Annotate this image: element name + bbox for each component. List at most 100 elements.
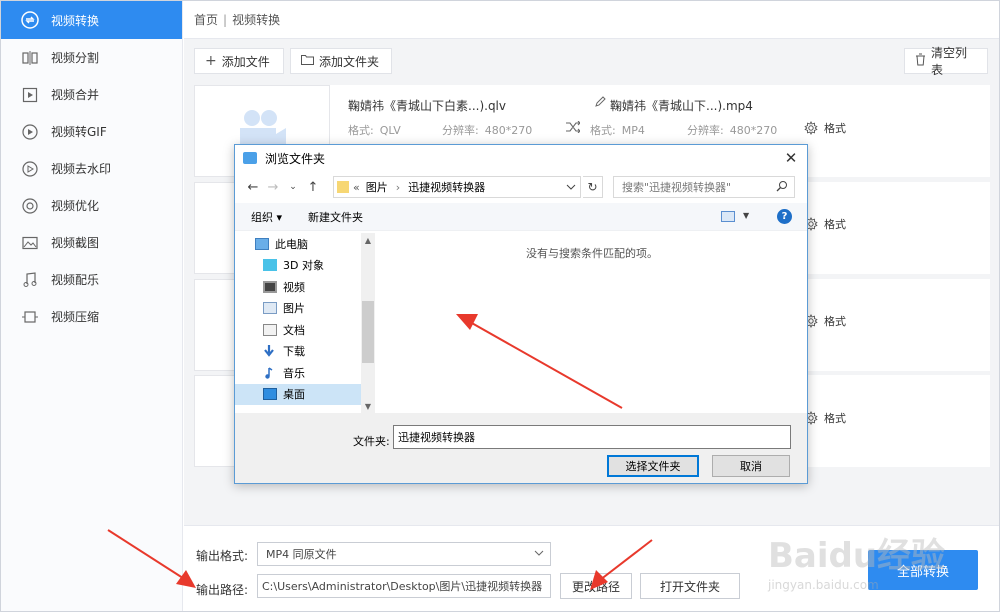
new-folder-button[interactable]: 新建文件夹 (308, 209, 363, 225)
format-button[interactable]: 格式 (804, 313, 846, 329)
close-icon[interactable]: ✕ (781, 148, 801, 168)
download-icon (263, 345, 277, 358)
search-placeholder: 搜索"迅捷视频转换器" (622, 181, 732, 194)
output-format-value: MP4 同原文件 (266, 548, 337, 561)
sidebar-item-label: 视频压缩 (51, 310, 100, 324)
tree-item-videos[interactable]: 视频 (235, 276, 374, 298)
music-icon (21, 271, 39, 289)
trash-icon (915, 53, 926, 70)
add-file-button[interactable]: + 添加文件 (194, 48, 284, 74)
folder-icon (301, 53, 314, 69)
gear-icon (804, 121, 818, 135)
format-button[interactable]: 格式 (804, 216, 846, 232)
output-format-label: 输出格式: (196, 549, 249, 563)
film-icon (263, 280, 277, 293)
tree-scrollbar[interactable]: ▲ ▼ (361, 233, 375, 413)
refresh-icon[interactable]: ↻ (583, 176, 603, 198)
change-path-button[interactable]: 更改路径 (560, 573, 632, 599)
baidu-watermark: Baidu经验 jingyan.baidu.com (768, 520, 994, 608)
watermark-text: Baidu经验 (768, 536, 946, 576)
folder-icon (337, 181, 349, 193)
sidebar-item-compress[interactable]: 视频压缩 (1, 298, 182, 335)
folder-tree: 此电脑 3D 对象 视频 图片 文档 下载 音乐 桌面 (235, 233, 375, 413)
breadcrumb: 首页 | 视频转换 (184, 1, 999, 39)
dialog-titlebar: 浏览文件夹 (235, 145, 807, 171)
sidebar-item-screenshot[interactable]: 视频截图 (1, 224, 182, 261)
sidebar-item-label: 视频分割 (51, 51, 100, 65)
plus-icon: + (205, 53, 217, 69)
empty-results-message: 没有与搜索条件匹配的项。 (526, 247, 658, 260)
tree-item-desktop[interactable]: 桌面 (235, 383, 374, 405)
scroll-down-icon[interactable]: ▼ (361, 399, 375, 413)
sidebar-item-music[interactable]: 视频配乐 (1, 261, 182, 298)
recent-dropdown-icon[interactable]: ⌄ (283, 182, 303, 192)
format-button[interactable]: 格式 (804, 120, 846, 136)
tree-item-3d[interactable]: 3D 对象 (235, 255, 374, 277)
source-filename: 鞠婧祎《青城山下白素...).qlv (348, 99, 506, 113)
organize-menu[interactable]: 组织 ▾ (251, 209, 282, 225)
chevron-down-icon[interactable] (566, 181, 576, 194)
open-folder-button[interactable]: 打开文件夹 (640, 573, 740, 599)
desktop-icon (263, 388, 277, 401)
convert-icon (21, 11, 39, 29)
add-folder-button[interactable]: 添加文件夹 (290, 48, 392, 74)
breadcrumb-home[interactable]: 首页 (194, 11, 218, 28)
select-folder-button[interactable]: 选择文件夹 (607, 455, 699, 477)
sidebar-item-label: 视频转换 (51, 13, 100, 28)
source-resolution: 分辨率: 480*270 (442, 124, 533, 137)
edit-icon[interactable] (594, 96, 606, 111)
optimize-icon (21, 197, 39, 215)
clear-list-button[interactable]: 清空列表 (904, 46, 988, 77)
sidebar-item-label: 视频去水印 (51, 162, 112, 176)
tree-item-downloads[interactable]: 下载 (235, 341, 374, 363)
help-icon[interactable]: ? (777, 209, 792, 224)
output-format-select[interactable]: MP4 同原文件 (257, 542, 551, 566)
cancel-button[interactable]: 取消 (712, 455, 790, 477)
tree-item-pictures[interactable]: 图片 (235, 298, 374, 320)
scroll-up-icon[interactable]: ▲ (361, 233, 375, 247)
up-arrow-icon[interactable]: ↑ (303, 180, 323, 195)
forward-arrow-icon[interactable]: → (263, 180, 283, 195)
clear-list-label: 清空列表 (931, 46, 968, 77)
tree-item-this-pc[interactable]: 此电脑 (235, 233, 374, 255)
target-resolution: 分辨率: 480*270 (687, 124, 778, 137)
sidebar-item-convert[interactable]: 视频转换 (1, 1, 182, 39)
cube-icon (263, 259, 277, 272)
back-arrow-icon[interactable]: ← (243, 180, 263, 195)
address-segment[interactable]: 图片 (366, 179, 388, 195)
cloud-folder-icon (243, 152, 257, 164)
address-segment[interactable]: 迅捷视频转换器 (408, 179, 485, 195)
sidebar-item-split[interactable]: 视频分割 (1, 39, 182, 76)
sidebar-item-gif[interactable]: 视频转GIF (1, 113, 182, 150)
folder-name-input[interactable]: 迅捷视频转换器 (393, 425, 791, 449)
dialog-title: 浏览文件夹 (265, 151, 326, 166)
address-toolbar: ← → ⌄ ↑ « 图片 › 迅捷视频转换器 ↻ 搜索"迅捷视频转换器" (235, 173, 807, 201)
scroll-thumb[interactable] (362, 301, 374, 363)
sidebar-item-merge[interactable]: 视频合并 (1, 76, 182, 113)
source-format: 格式: QLV (348, 124, 401, 137)
sidebar-item-optimize[interactable]: 视频优化 (1, 187, 182, 224)
chevron-down-icon[interactable]: ▼ (743, 211, 749, 220)
sidebar-item-label: 视频配乐 (51, 273, 100, 287)
address-bar[interactable]: « 图片 › 迅捷视频转换器 (333, 176, 581, 198)
address-overflow[interactable]: « (353, 181, 360, 194)
sidebar-item-label: 视频合并 (51, 88, 100, 102)
search-input[interactable]: 搜索"迅捷视频转换器" (613, 176, 795, 198)
sidebar-item-label: 视频截图 (51, 236, 100, 250)
target-format: 格式: MP4 (590, 124, 645, 137)
view-icon[interactable] (721, 211, 735, 222)
breadcrumb-separator: | (223, 12, 228, 27)
tree-item-music[interactable]: 音乐 (235, 362, 374, 384)
music-note-icon (263, 367, 277, 379)
output-path-field[interactable]: C:\Users\Administrator\Desktop\图片\迅捷视频转换… (257, 574, 551, 598)
command-bar: 组织 ▾ 新建文件夹 ▼ ? (235, 203, 807, 231)
address-separator: › (395, 180, 401, 194)
search-icon (776, 180, 788, 195)
watermark-url: jingyan.baidu.com (768, 578, 879, 592)
breadcrumb-current: 视频转换 (232, 13, 281, 27)
document-icon (263, 323, 277, 336)
watermark-icon (21, 160, 39, 178)
format-button[interactable]: 格式 (804, 410, 846, 426)
sidebar-item-watermark[interactable]: 视频去水印 (1, 150, 182, 187)
tree-item-documents[interactable]: 文档 (235, 319, 374, 341)
